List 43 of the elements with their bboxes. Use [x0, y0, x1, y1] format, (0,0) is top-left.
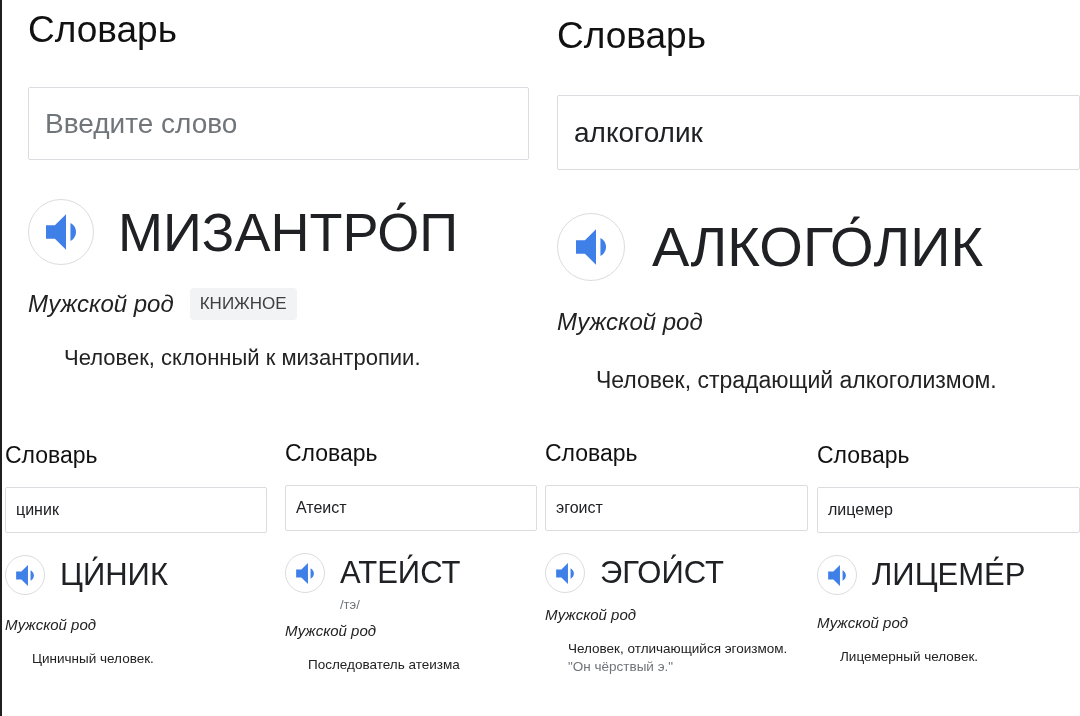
headword: ЦИ́НИК: [60, 556, 168, 594]
dictionary-title: Словарь: [557, 14, 706, 58]
transcription: /тэ/: [340, 597, 360, 613]
definition-text: Лицемерный человек.: [840, 648, 979, 666]
gender-label: Мужской род: [545, 605, 637, 625]
search-field[interactable]: эгоист: [545, 485, 808, 531]
definition-text: Циничный человек.: [32, 650, 154, 668]
headword: АЛКОГО́ЛИК: [652, 215, 984, 279]
speaker-icon: [296, 562, 314, 584]
search-field[interactable]: алкоголик: [557, 95, 1080, 170]
dictionary-title: Словарь: [28, 8, 177, 52]
headword: МИЗАНТРО́П: [118, 201, 459, 264]
search-field[interactable]: Атеист: [285, 485, 537, 531]
usage-tag: КНИЖНОЕ: [189, 288, 297, 320]
gender-label: Мужской род: [817, 613, 909, 633]
headword: ЭГОИ́СТ: [600, 554, 724, 592]
definition-text: Человек, отличающийся эгоизмом.: [568, 640, 788, 658]
speaker-icon: [556, 562, 574, 584]
search-field[interactable]: Введите слово: [28, 87, 529, 160]
search-field[interactable]: лицемер: [817, 487, 1080, 533]
headword: ЛИЦЕМЕ́Р: [872, 556, 1026, 594]
dictionary-title: Словарь: [817, 441, 910, 469]
gender-label: Мужской род: [557, 307, 703, 337]
definition-text: Человек, страдающий алкоголизмом.: [596, 366, 997, 395]
pronounce-button[interactable]: [5, 555, 45, 595]
speaker-icon: [576, 229, 606, 265]
gender-label: Мужской род: [28, 289, 174, 319]
definition-text: Последователь атеизма: [308, 656, 460, 674]
definition-text: Человек, склонный к мизантропии.: [64, 344, 421, 372]
headword: АТЕИ́СТ: [340, 554, 461, 592]
gender-label: Мужской род: [5, 615, 97, 635]
gender-label: Мужской род: [285, 621, 377, 641]
pronounce-button[interactable]: [817, 555, 857, 595]
dictionary-title: Словарь: [285, 439, 378, 467]
example-text: "Он чёрствый э.": [568, 658, 674, 675]
dictionary-title: Словарь: [5, 441, 98, 469]
speaker-icon: [16, 564, 34, 586]
search-field[interactable]: циник: [5, 487, 267, 533]
dictionary-title: Словарь: [545, 439, 638, 467]
pronounce-button[interactable]: [545, 553, 585, 593]
pronounce-button[interactable]: [285, 553, 325, 593]
speaker-icon: [46, 214, 76, 250]
speaker-icon: [828, 564, 846, 586]
